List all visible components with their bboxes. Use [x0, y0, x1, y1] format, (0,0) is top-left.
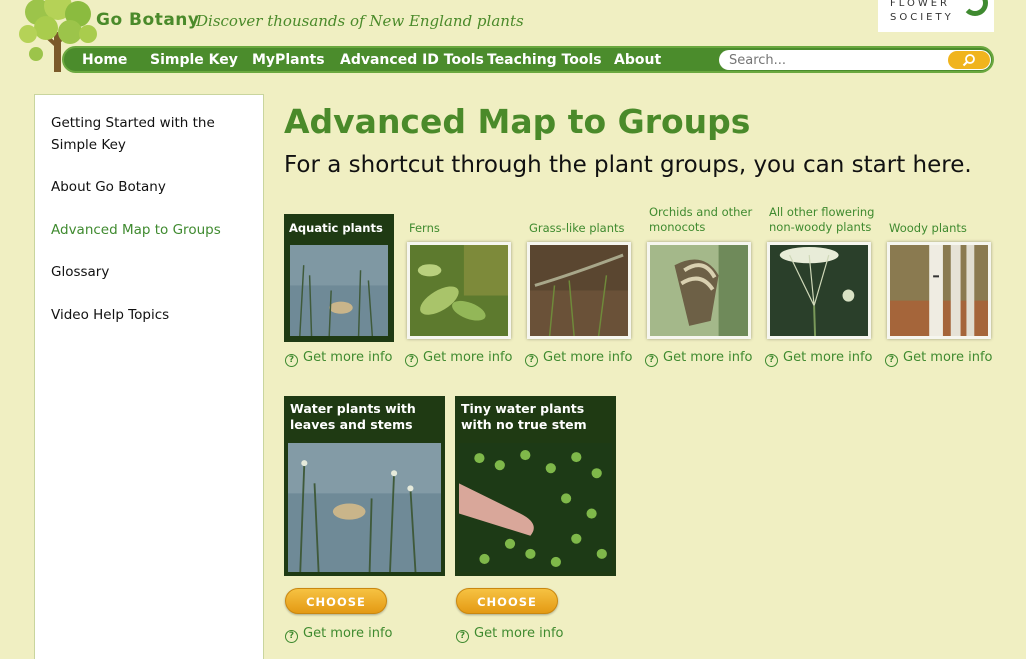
more-info-label: Get more info [903, 350, 993, 365]
more-info-aquatic[interactable]: ? Get more info [285, 350, 393, 367]
more-info-label: Get more info [423, 350, 513, 365]
nav-about[interactable]: About [614, 52, 661, 68]
more-info-label: Get more info [543, 350, 633, 365]
more-info-grass[interactable]: ? Get more info [525, 350, 633, 367]
sidebar-item-glossary[interactable]: Glossary [51, 261, 251, 283]
subgroup-card-tiny-water-plants[interactable]: Tiny water plants with no true stem [455, 396, 616, 576]
flowering-photo [767, 242, 871, 339]
help-icon: ? [405, 354, 418, 367]
more-info-label: Get more info [303, 350, 393, 365]
group-card-grass[interactable]: Grass-like plants [524, 214, 634, 342]
orchid-photo [647, 242, 751, 339]
group-label: Aquatic plants [289, 221, 383, 235]
society-logo-line2: SOCIETY [890, 12, 954, 23]
more-info-tiny-water-plants[interactable]: ? Get more info [456, 626, 564, 643]
subgroup-label: Water plants with leaves and stems [290, 401, 416, 432]
nav-advanced-id-tools[interactable]: Advanced ID Tools [340, 52, 484, 68]
duckweed-photo [459, 443, 612, 572]
more-info-label: Get more info [783, 350, 873, 365]
choose-button-water-plants[interactable]: CHOOSE [285, 588, 387, 614]
page-title: Advanced Map to Groups [284, 102, 751, 141]
nav-teaching-tools[interactable]: Teaching Tools [487, 52, 602, 68]
main-nav: Home Simple Key MyPlants Advanced ID Too… [62, 46, 994, 73]
subgroup-label: Tiny water plants with no true stem [461, 401, 587, 432]
sidebar-item-advanced-map[interactable]: Advanced Map to Groups [51, 219, 251, 241]
more-info-woody[interactable]: ? Get more info [885, 350, 993, 367]
nav-simple-key[interactable]: Simple Key [150, 52, 238, 68]
more-info-label: Get more info [663, 350, 753, 365]
more-info-water-plants[interactable]: ? Get more info [285, 626, 393, 643]
ferns-photo [407, 242, 511, 339]
group-label: All other flowering non-woody plants [769, 205, 875, 234]
search-button[interactable] [948, 51, 990, 69]
nav-myplants[interactable]: MyPlants [252, 52, 325, 68]
group-card-orchids[interactable]: Orchids and other monocots [644, 200, 754, 342]
subgroup-card-water-plants[interactable]: Water plants with leaves and stems [284, 396, 445, 576]
woody-photo [887, 242, 991, 339]
group-label: Ferns [409, 221, 440, 235]
brand-name[interactable]: Go Botany [96, 10, 199, 30]
sidebar: Getting Started with the Simple Key Abou… [34, 94, 264, 659]
help-icon: ? [285, 354, 298, 367]
nav-home[interactable]: Home [82, 52, 127, 68]
grass-photo [527, 242, 631, 339]
sidebar-item-video-help[interactable]: Video Help Topics [51, 304, 251, 326]
group-label: Orchids and other monocots [649, 205, 753, 234]
help-icon: ? [765, 354, 778, 367]
sidebar-item-about[interactable]: About Go Botany [51, 176, 251, 198]
water-plants-photo [288, 443, 441, 572]
help-icon: ? [525, 354, 538, 367]
group-card-flowering[interactable]: All other flowering non-woody plants [764, 200, 874, 342]
help-icon: ? [645, 354, 658, 367]
search-icon [962, 54, 975, 67]
more-info-flowering[interactable]: ? Get more info [765, 350, 873, 367]
society-logo-line1: FLOWER [890, 0, 950, 9]
search-box [719, 50, 991, 70]
help-icon: ? [285, 630, 298, 643]
tagline: Discover thousands of New England plants [196, 12, 524, 30]
group-label: Woody plants [889, 221, 967, 235]
help-icon: ? [885, 354, 898, 367]
more-info-orchids[interactable]: ? Get more info [645, 350, 753, 367]
search-input[interactable] [729, 51, 939, 69]
aquatic-photo [287, 242, 391, 339]
group-card-aquatic[interactable]: Aquatic plants [284, 214, 394, 342]
society-mark-icon [962, 0, 988, 16]
society-logo[interactable]: FLOWER SOCIETY [878, 0, 994, 32]
group-card-woody[interactable]: Woody plants [884, 214, 994, 342]
choose-button-tiny-water-plants[interactable]: CHOOSE [456, 588, 558, 614]
group-label: Grass-like plants [529, 221, 625, 235]
help-icon: ? [456, 630, 469, 643]
group-card-ferns[interactable]: Ferns [404, 214, 514, 342]
more-info-label: Get more info [474, 626, 564, 641]
more-info-ferns[interactable]: ? Get more info [405, 350, 513, 367]
more-info-label: Get more info [303, 626, 393, 641]
sidebar-item-getting-started[interactable]: Getting Started with the Simple Key [51, 112, 251, 156]
page-subtitle: For a shortcut through the plant groups,… [284, 152, 972, 178]
